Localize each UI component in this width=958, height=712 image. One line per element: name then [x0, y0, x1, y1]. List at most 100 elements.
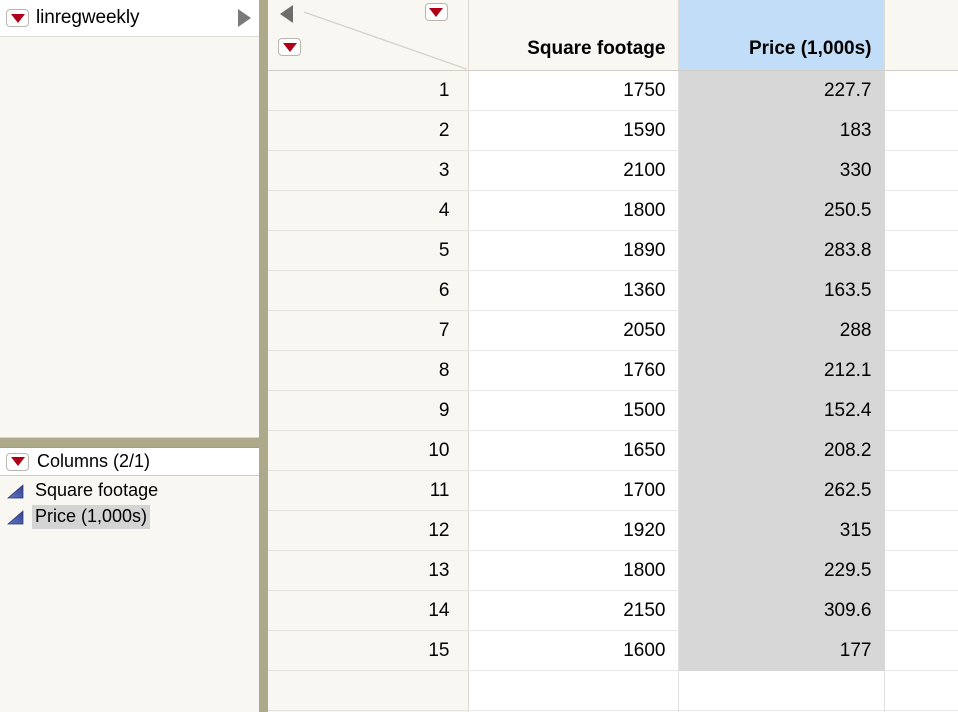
cell-blank [884, 150, 958, 191]
triangle-left-icon[interactable] [280, 5, 293, 23]
cell-price[interactable]: 283.8 [678, 230, 885, 271]
row-number-cell[interactable]: 1 [268, 70, 469, 111]
cell-square-footage[interactable]: 1760 [468, 350, 679, 391]
continuous-triangle-icon [7, 483, 24, 498]
column-list-item-price[interactable]: Price (1,000s) [0, 504, 259, 530]
cell-square-footage[interactable]: 2150 [468, 590, 679, 631]
column-list-item-square-footage[interactable]: Square footage [0, 478, 259, 504]
columns-panel-header[interactable]: Columns (2/1) [0, 448, 259, 476]
table-panel-body [0, 37, 259, 437]
table-row[interactable]: 12 1920 315 [268, 510, 958, 551]
cell-square-footage[interactable]: 1500 [468, 390, 679, 431]
table-row[interactable]: 8 1760 212.1 [268, 350, 958, 391]
cell-square-footage[interactable]: 1590 [468, 110, 679, 151]
columns-menu-red-dropdown-icon[interactable] [6, 452, 29, 471]
cell-price[interactable]: 152.4 [678, 390, 885, 431]
row-number-cell[interactable]: 12 [268, 510, 469, 551]
cell-price[interactable]: 309.6 [678, 590, 885, 631]
cell-price[interactable]: 315 [678, 510, 885, 551]
left-panel: linregweekly Columns (2/1) Square footag… [0, 0, 259, 712]
row-number-cell[interactable]: 3 [268, 150, 469, 191]
cell-square-footage[interactable]: 1600 [468, 630, 679, 671]
cell-price[interactable]: 212.1 [678, 350, 885, 391]
cell-square-footage[interactable]: 1800 [468, 550, 679, 591]
cell-price[interactable]: 177 [678, 630, 885, 671]
table-row[interactable]: 10 1650 208.2 [268, 430, 958, 471]
red-triangle-glyph [10, 457, 25, 466]
cell-square-footage[interactable]: 1700 [468, 470, 679, 511]
row-number-cell[interactable]: 5 [268, 230, 469, 271]
cell-blank [884, 430, 958, 471]
row-number-cell[interactable]: 6 [268, 270, 469, 311]
columns-list: Square footage Price (1,000s) [0, 476, 259, 530]
jmp-data-table-window: linregweekly Columns (2/1) Square footag… [0, 0, 958, 712]
empty-cell [268, 670, 469, 711]
cell-blank [884, 270, 958, 311]
column-header-square-footage[interactable]: Square footage [468, 0, 679, 71]
cell-price[interactable]: 250.5 [678, 190, 885, 231]
triangle-right-icon[interactable] [238, 9, 251, 27]
table-row[interactable]: 3 2100 330 [268, 150, 958, 191]
table-row[interactable]: 9 1500 152.4 [268, 390, 958, 431]
cell-price[interactable]: 288 [678, 310, 885, 351]
cell-square-footage[interactable]: 1750 [468, 70, 679, 111]
row-number-cell[interactable]: 7 [268, 310, 469, 351]
cell-price[interactable]: 229.5 [678, 550, 885, 591]
red-triangle-glyph [429, 7, 443, 17]
data-table: Square footage Price (1,000s) 1 1750 227.7… [268, 0, 958, 712]
table-row[interactable]: 11 1700 262.5 [268, 470, 958, 511]
cell-blank [884, 70, 958, 111]
table-row[interactable]: 2 1590 183 [268, 110, 958, 151]
cell-square-footage[interactable]: 1920 [468, 510, 679, 551]
red-triangle-glyph [10, 13, 25, 23]
table-row[interactable]: 5 1890 283.8 [268, 230, 958, 271]
table-row[interactable]: 7 2050 288 [268, 310, 958, 351]
cell-price[interactable]: 163.5 [678, 270, 885, 311]
data-grid: Square footage Price (1,000s) 1 1750 227.7… [268, 0, 958, 712]
table-menu-red-dropdown-icon[interactable] [6, 9, 29, 27]
cell-price[interactable]: 208.2 [678, 430, 885, 471]
empty-cell [884, 670, 958, 711]
table-row[interactable]: 1 1750 227.7 [268, 70, 958, 111]
row-number-cell[interactable]: 15 [268, 630, 469, 671]
panel-table-divider[interactable] [259, 0, 268, 712]
columns-header-red-dropdown-icon[interactable] [424, 3, 448, 21]
row-number-cell[interactable]: 4 [268, 190, 469, 231]
cell-price[interactable]: 227.7 [678, 70, 885, 111]
cell-square-footage[interactable]: 1800 [468, 190, 679, 231]
cell-price[interactable]: 262.5 [678, 470, 885, 511]
table-title-bar[interactable]: linregweekly [0, 0, 259, 37]
column-header-blank [884, 0, 958, 71]
cell-price[interactable]: 183 [678, 110, 885, 151]
cell-square-footage[interactable]: 1890 [468, 230, 679, 271]
column-list-item-label: Price (1,000s) [32, 505, 151, 529]
table-row[interactable]: 13 1800 229.5 [268, 550, 958, 591]
row-number-cell[interactable]: 9 [268, 390, 469, 431]
table-corner-cell[interactable] [268, 0, 469, 71]
cell-square-footage[interactable]: 2100 [468, 150, 679, 191]
cell-blank [884, 590, 958, 631]
table-header-row: Square footage Price (1,000s) [268, 0, 958, 71]
rows-header-red-dropdown-icon[interactable] [278, 38, 301, 56]
cell-blank [884, 550, 958, 591]
row-number-cell[interactable]: 10 [268, 430, 469, 471]
table-row[interactable]: 6 1360 163.5 [268, 270, 958, 311]
column-header-price[interactable]: Price (1,000s) [678, 0, 885, 71]
cell-blank [884, 390, 958, 431]
row-number-cell[interactable]: 8 [268, 350, 469, 391]
row-number-cell[interactable]: 13 [268, 550, 469, 591]
table-row[interactable]: 4 1800 250.5 [268, 190, 958, 231]
cell-blank [884, 630, 958, 671]
cell-blank [884, 110, 958, 151]
table-row[interactable]: 14 2150 309.6 [268, 590, 958, 631]
cell-square-footage[interactable]: 2050 [468, 310, 679, 351]
panel-divider [0, 437, 259, 447]
cell-square-footage[interactable]: 1360 [468, 270, 679, 311]
table-row[interactable]: 15 1600 177 [268, 630, 958, 671]
row-number-cell[interactable]: 2 [268, 110, 469, 151]
row-number-cell[interactable]: 14 [268, 590, 469, 631]
row-number-cell[interactable]: 11 [268, 470, 469, 511]
cell-price[interactable]: 330 [678, 150, 885, 191]
cell-square-footage[interactable]: 1650 [468, 430, 679, 471]
empty-cell [468, 670, 679, 711]
